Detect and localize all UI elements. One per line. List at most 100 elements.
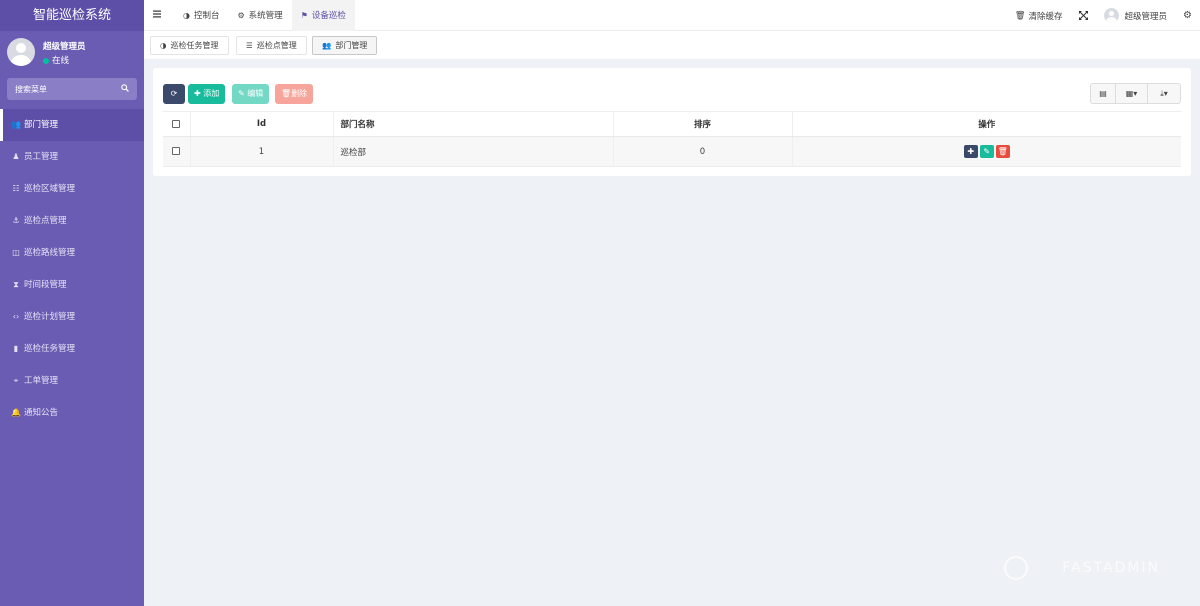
user-status-text: 在线 xyxy=(52,56,70,66)
avatar xyxy=(1103,8,1119,23)
row-checkbox[interactable] xyxy=(172,147,181,155)
nav-inspection[interactable]: ⚑ 设备巡检 xyxy=(291,0,355,31)
nav-console[interactable]: ◑ 控制台 xyxy=(174,0,229,31)
user-menu[interactable]: 超级管理员 xyxy=(1096,0,1176,31)
sidebar-item-workorder[interactable]: ⌖ 工单管理 xyxy=(0,365,144,397)
sidebar-item-plan[interactable]: ‹› 巡检计划管理 xyxy=(0,301,144,333)
fullscreen-button[interactable] xyxy=(1071,0,1096,31)
sidebar-item-area[interactable]: ☷ 巡检区域管理 xyxy=(0,173,144,205)
settings-button[interactable]: ⚙ xyxy=(1175,0,1200,31)
select-all-checkbox[interactable] xyxy=(172,119,181,128)
refresh-button[interactable]: ⟳ xyxy=(163,84,185,104)
columns-button[interactable]: ▦▾ xyxy=(1116,84,1148,103)
cell-actions: ✚ ✎ 🗑 xyxy=(792,136,1181,167)
app-title[interactable]: 智能巡检系统 xyxy=(0,0,144,31)
delete-button[interactable]: 🗑删除 xyxy=(275,84,314,104)
avatar xyxy=(7,38,35,66)
column-header-name[interactable]: 部门名称 xyxy=(333,111,614,137)
column-header-actions: 操作 xyxy=(792,111,1181,137)
top-header: ◑ 控制台 ⚙ 系统管理 ⚑ 设备巡检 🗑 清除缓存 超级管理员 ⚙ xyxy=(144,0,1200,31)
pencil-icon: ✎ xyxy=(238,89,248,98)
column-header-sort[interactable]: 排序 xyxy=(613,111,793,137)
code-icon: ‹› xyxy=(12,312,20,321)
trash-icon: 🗑 xyxy=(1014,10,1026,21)
nav-system[interactable]: ⚙ 系统管理 xyxy=(229,0,292,31)
header-right: 🗑 清除缓存 超级管理员 ⚙ xyxy=(1007,0,1200,31)
menu-search-input[interactable] xyxy=(7,78,137,100)
header-user-name: 超级管理员 xyxy=(1124,11,1168,22)
sidebar-item-label: 工单管理 xyxy=(24,376,59,386)
delete-label: 删除 xyxy=(291,89,308,98)
sidebar-item-task[interactable]: ▮ 巡检任务管理 xyxy=(0,333,144,365)
trash-icon: 🗑 xyxy=(281,89,292,98)
cogs-icon: ⚙ xyxy=(1183,10,1192,21)
tab-label: 部门管理 xyxy=(335,41,368,50)
table-header-row: Id 部门名称 排序 操作 xyxy=(163,111,1181,137)
cogs-icon: ⚙ xyxy=(237,11,245,20)
flag-icon: ⚑ xyxy=(300,11,308,20)
crosshair-icon: ⌖ xyxy=(13,376,19,385)
top-nav: ◑ 控制台 ⚙ 系统管理 ⚑ 设备巡检 xyxy=(174,0,355,31)
map-icon: ◫ xyxy=(12,248,20,257)
pencil-icon: ✎ xyxy=(983,147,991,156)
nav-label: 设备巡检 xyxy=(311,11,346,21)
area-icon: ☷ xyxy=(12,184,20,193)
sidebar-item-notice[interactable]: 🔔 通知公告 xyxy=(0,397,144,429)
row-delete-button[interactable]: 🗑 xyxy=(995,145,1010,158)
table-tools: ▤ ▦▾ ⤓▾ xyxy=(1090,83,1181,104)
sidebar: 智能巡检系统 超级管理员 在线 👥部门管理 ♟ 员工管理 ☷ 巡检区域管理 ⚓ 巡检点… xyxy=(0,0,144,606)
clear-cache-button[interactable]: 🗑 清除缓存 xyxy=(1007,0,1071,31)
sidebar-item-timeslot[interactable]: ⧗ 时间段管理 xyxy=(0,269,144,301)
hamburger-icon[interactable] xyxy=(153,10,161,18)
tab-bar: ◑ 巡检任务管理 ☰ 巡检点管理 👥 部门管理 xyxy=(144,31,1200,59)
tab-department-management[interactable]: 👥 部门管理 xyxy=(312,36,378,55)
add-button[interactable]: ✚ 添加 xyxy=(188,84,226,104)
tab-label: 巡检任务管理 xyxy=(170,41,219,50)
content-panel: ⟳ ✚ 添加 ✎ 编辑 🗑删除 ▤ ▦▾ ⤓▾ Id 部门名称 排序 操作 1 … xyxy=(153,68,1191,176)
tab-label: 巡检点管理 xyxy=(256,41,297,50)
tab-task-management[interactable]: ◑ 巡检任务管理 xyxy=(150,36,229,55)
grid-icon: ▦▾ xyxy=(1125,89,1138,98)
sidebar-item-staff[interactable]: ♟ 员工管理 xyxy=(0,141,144,173)
search-icon[interactable] xyxy=(121,84,129,92)
add-label: 添加 xyxy=(203,89,220,98)
column-header-id[interactable]: Id xyxy=(190,111,334,137)
drag-button[interactable]: ✚ xyxy=(963,145,978,158)
nav-label: 系统管理 xyxy=(248,11,283,21)
row-edit-button[interactable]: ✎ xyxy=(979,145,994,158)
sidebar-item-point[interactable]: ⚓ 巡检点管理 xyxy=(0,205,144,237)
tab-point-management[interactable]: ☰ 巡检点管理 xyxy=(236,36,307,55)
list-icon: ☰ xyxy=(246,41,253,50)
anchor-icon: ⚓ xyxy=(12,216,20,225)
sidebar-item-label: 巡检点管理 xyxy=(24,216,67,226)
cell-name: 巡检部 xyxy=(333,136,614,167)
fullscreen-icon xyxy=(1078,11,1088,20)
users-icon: 👥 xyxy=(11,120,21,129)
sidebar-menu: 👥 部门管理 ♟ 员工管理 ☷ 巡检区域管理 ⚓ 巡检点管理 ◫ 巡检路线管理 ⧗ 时间段管… xyxy=(0,109,144,429)
sidebar-item-label: 员工管理 xyxy=(24,152,59,162)
sidebar-item-label: 部门管理 xyxy=(24,120,59,130)
cell-sort: 0 xyxy=(613,136,793,167)
sidebar-item-label: 巡检区域管理 xyxy=(24,184,76,194)
bookmark-icon: ▮ xyxy=(13,344,19,353)
nav-label: 控制台 xyxy=(193,11,220,21)
watermark-logo-icon xyxy=(1004,556,1028,580)
watermark: FASTADMIN xyxy=(1062,560,1160,576)
plus-icon: ✚ xyxy=(194,89,204,98)
sidebar-item-department[interactable]: 👥 部门管理 xyxy=(0,109,144,141)
export-button[interactable]: ⤓▾ xyxy=(1148,84,1180,103)
sidebar-item-route[interactable]: ◫ 巡检路线管理 xyxy=(0,237,144,269)
export-icon: ⤓▾ xyxy=(1160,89,1168,98)
users-icon: 👥 xyxy=(322,41,332,50)
user-status: 在线 xyxy=(43,54,69,66)
hourglass-icon: ⧗ xyxy=(13,280,19,289)
user-panel: 超级管理员 在线 xyxy=(0,31,144,72)
toggle-view-button[interactable]: ▤ xyxy=(1091,84,1116,103)
table-row[interactable]: 1 巡检部 0 ✚ ✎ 🗑 xyxy=(163,136,1181,167)
user-icon: ♟ xyxy=(12,152,20,161)
bell-icon: 🔔 xyxy=(11,408,21,417)
user-name: 超级管理员 xyxy=(43,42,86,52)
department-table: Id 部门名称 排序 操作 1 巡检部 0 ✚ ✎ 🗑 xyxy=(163,111,1181,167)
edit-button[interactable]: ✎ 编辑 xyxy=(232,84,270,104)
menu-search xyxy=(7,78,137,100)
